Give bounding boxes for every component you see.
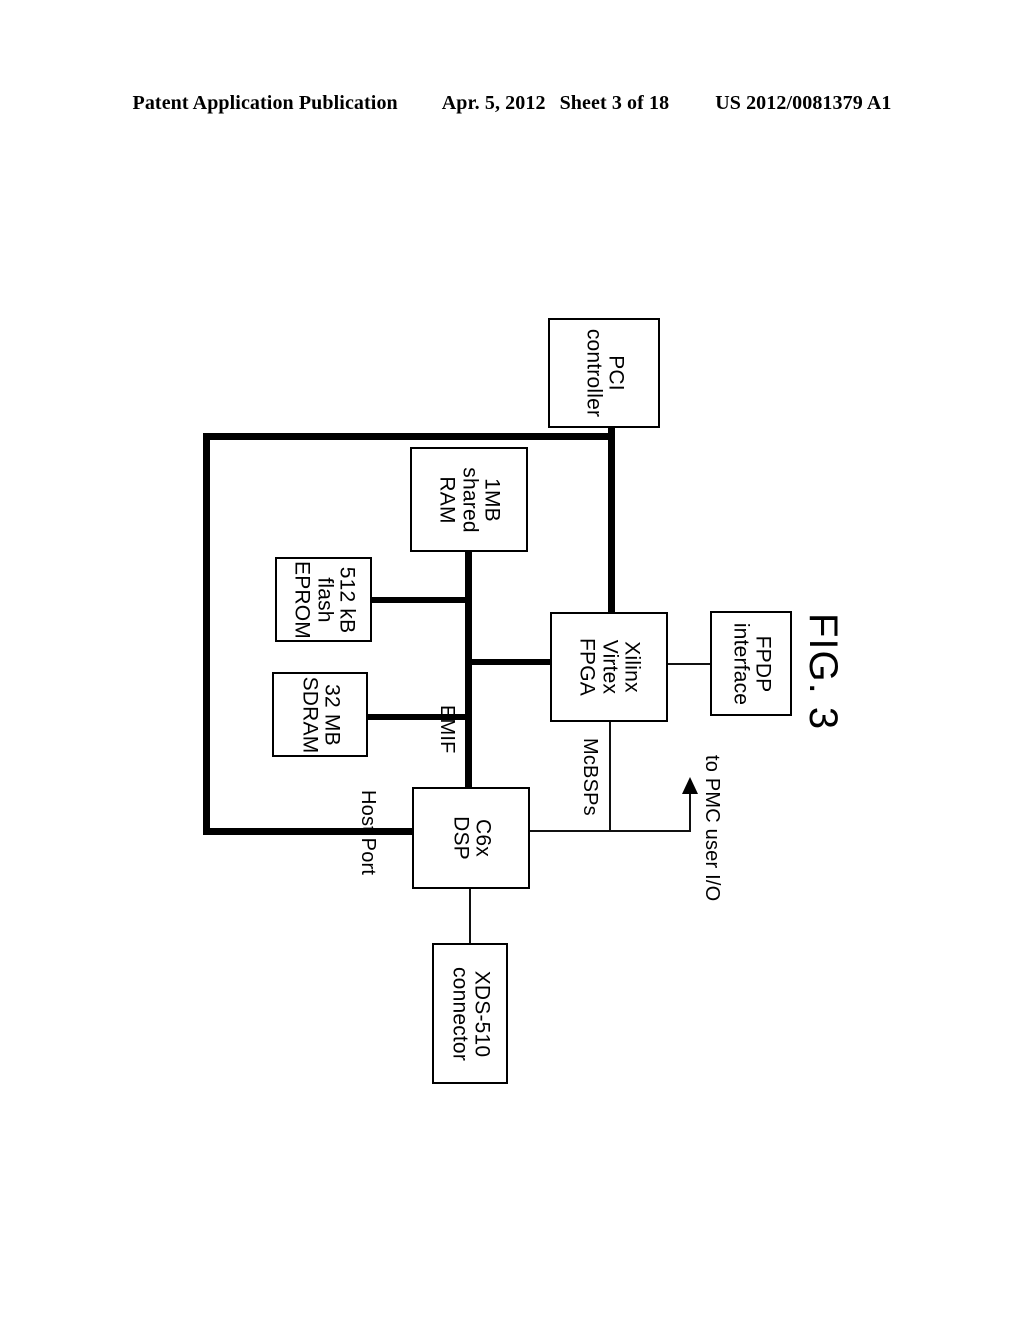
- node-fpdp-interface: FPDP interface: [710, 611, 792, 716]
- emif-bus-vertical: [465, 550, 472, 792]
- label-emif: EMIF: [436, 705, 458, 754]
- dsp-to-xds-connector-line: [469, 888, 471, 944]
- node-c6x-dsp: C6x DSP: [412, 787, 530, 889]
- label-host-port: Host Port: [357, 790, 379, 876]
- node-xds-510-connector: XDS-510 connector: [432, 943, 508, 1084]
- mcbsps-vertical-line: [609, 720, 611, 831]
- node-xilinx-virtex-fpga: Xilinx Virtex FPGA: [550, 612, 668, 722]
- node-xilinx-virtex-fpga-label: Xilinx Virtex FPGA: [575, 638, 644, 696]
- pci-bus-vertical: [608, 425, 615, 615]
- patent-page: Patent Application Publication Apr. 5, 2…: [0, 0, 1024, 1320]
- node-sdram: 32 MB SDRAM: [272, 672, 368, 757]
- figure-caption: FIG. 3: [801, 613, 845, 731]
- emif-branch-to-flash-eprom: [372, 597, 470, 603]
- emif-branch-to-fpga: [468, 659, 550, 665]
- node-flash-eprom-label: 512 kB flash EPROM: [290, 560, 359, 639]
- node-pci-controller-label: PCI controller: [582, 328, 628, 418]
- node-flash-eprom: 512 kB flash EPROM: [275, 557, 372, 642]
- pmc-arrow-head-icon: [682, 777, 698, 794]
- node-sdram-label: 32 MB SDRAM: [298, 676, 344, 753]
- node-xds-510-connector-label: XDS-510 connector: [448, 966, 494, 1061]
- pmc-arrow-stem: [689, 793, 691, 832]
- node-c6x-dsp-label: C6x DSP: [449, 816, 495, 860]
- figure-3-diagram: PCI controller 1MB shared RAM 512 kB flash EP…: [0, 0, 1024, 1320]
- node-pci-controller: PCI controller: [548, 318, 660, 428]
- node-fpdp-interface-label: FPDP interface: [729, 622, 775, 705]
- label-mcbsps: McBSPs: [579, 738, 601, 816]
- host-port-bus-vertical-left: [203, 433, 210, 835]
- host-port-bus-horizontal-top: [203, 433, 615, 440]
- host-port-bus-horizontal-bottom: [203, 828, 415, 835]
- dsp-to-mcbsps-line: [530, 830, 611, 832]
- node-shared-ram: 1MB shared RAM: [410, 447, 528, 552]
- label-pmc-user-io: to PMC user I/O: [701, 755, 723, 902]
- fpga-to-fpdp-line: [668, 663, 710, 665]
- mcbsps-to-pmc-line: [609, 830, 691, 832]
- node-shared-ram-label: 1MB shared RAM: [435, 466, 504, 533]
